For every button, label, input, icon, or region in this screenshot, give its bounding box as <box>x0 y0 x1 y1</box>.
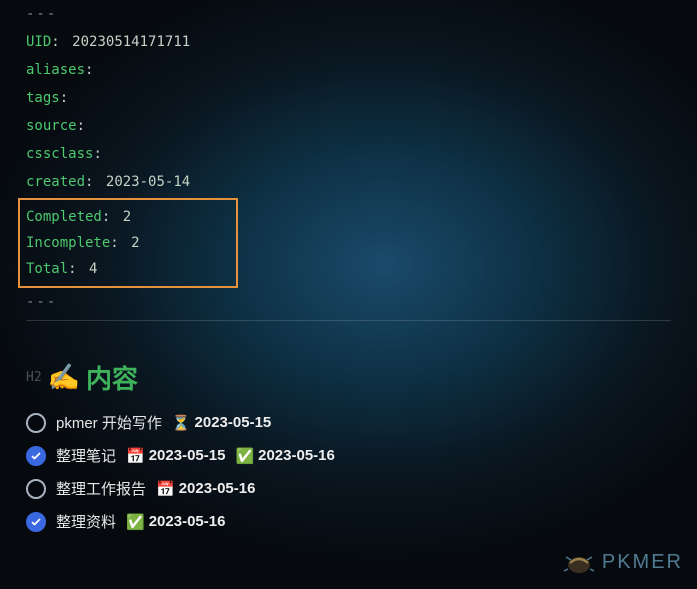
badge-date: 2023-05-15 <box>195 414 272 431</box>
frontmatter-dashes-top: --- <box>26 0 671 28</box>
badge-icon: ✅ <box>126 513 145 531</box>
page-heading: H2 ✍️ 内容 <box>26 351 671 412</box>
task-checkbox[interactable] <box>26 479 46 499</box>
task-row: 整理笔记 📅2023-05-15 ✅2023-05-16 <box>26 445 671 466</box>
date-badge: ✅2023-05-16 <box>126 513 225 531</box>
meta-tags: tags: <box>26 84 671 112</box>
meta-value: 20230514171711 <box>72 34 190 50</box>
meta-key: created <box>26 174 85 190</box>
heading-level-label: H2 <box>26 370 42 385</box>
task-text: pkmer 开始写作 <box>56 412 162 433</box>
task-checkbox[interactable] <box>26 413 46 433</box>
watermark-icon <box>564 549 594 575</box>
date-badge: ⏳2023-05-15 <box>172 414 271 432</box>
meta-key: source <box>26 118 77 134</box>
task-checkbox[interactable] <box>26 512 46 532</box>
meta-value: 2 <box>131 235 139 251</box>
task-text: 整理资料 <box>56 511 116 532</box>
task-text: 整理笔记 <box>56 445 116 466</box>
stat-completed: Completed: 2 <box>26 204 230 230</box>
task-list: pkmer 开始写作⏳2023-05-15整理笔记📅2023-05-15✅202… <box>26 412 671 532</box>
date-badge: 📅2023-05-15 <box>126 447 225 465</box>
task-row: 整理资料 ✅2023-05-16 <box>26 511 671 532</box>
watermark-text: PKMER <box>602 551 683 574</box>
task-checkbox[interactable] <box>26 446 46 466</box>
stats-highlight-box: Completed: 2 Incomplete: 2 Total: 4 <box>18 198 238 288</box>
meta-source: source: <box>26 112 671 140</box>
badge-icon: 📅 <box>126 447 145 465</box>
meta-value: 2023-05-14 <box>106 174 190 190</box>
badge-icon: 📅 <box>156 480 175 498</box>
meta-cssclass: cssclass: <box>26 140 671 168</box>
badge-icon: ✅ <box>235 447 254 465</box>
badge-date: 2023-05-16 <box>149 513 226 530</box>
meta-key: Incomplete <box>26 235 110 251</box>
badge-date: 2023-05-16 <box>179 480 256 497</box>
meta-key: tags <box>26 90 60 106</box>
meta-created: created: 2023-05-14 <box>26 168 671 196</box>
meta-value: 2 <box>123 209 131 225</box>
task-text: 整理工作报告 <box>56 478 146 499</box>
date-badge: ✅2023-05-16 <box>235 447 334 465</box>
badge-date: 2023-05-15 <box>149 447 226 464</box>
heading-text: 内容 <box>86 359 138 396</box>
meta-key: Total <box>26 261 68 277</box>
stat-incomplete: Incomplete: 2 <box>26 230 230 256</box>
meta-key: aliases <box>26 62 85 78</box>
divider <box>26 320 671 321</box>
task-row: pkmer 开始写作 ⏳2023-05-15 <box>26 412 671 433</box>
badge-icon: ⏳ <box>172 414 191 432</box>
stat-total: Total: 4 <box>26 256 230 282</box>
meta-value: 4 <box>89 261 97 277</box>
meta-key: cssclass <box>26 146 93 162</box>
meta-key: UID <box>26 34 51 50</box>
meta-uid: UID: 20230514171711 <box>26 28 671 56</box>
meta-aliases: aliases: <box>26 56 671 84</box>
badge-date: 2023-05-16 <box>258 447 335 464</box>
task-row: 整理工作报告 📅2023-05-16 <box>26 478 671 499</box>
date-badge: 📅2023-05-16 <box>156 480 255 498</box>
pencil-icon: ✍️ <box>48 363 80 393</box>
watermark: PKMER <box>564 549 683 575</box>
meta-key: Completed <box>26 209 102 225</box>
frontmatter-dashes-bottom: --- <box>26 288 671 316</box>
